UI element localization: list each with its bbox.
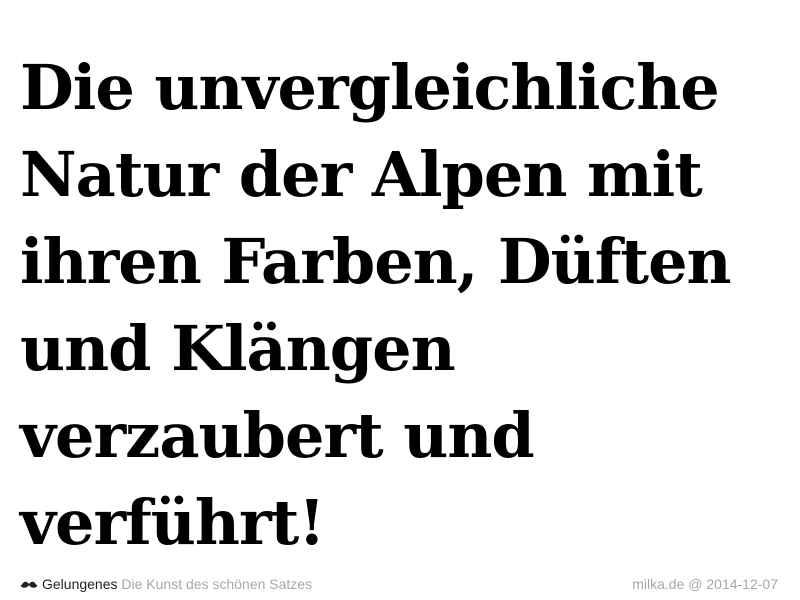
tagline: Die Kunst des schönen Satzes (121, 576, 313, 592)
quote-line: Natur der Alpen mit (20, 138, 703, 211)
footer-branding: Gelungenes Die Kunst des schönen Satzes (20, 575, 312, 593)
footer: Gelungenes Die Kunst des schönen Satzes … (20, 575, 778, 593)
quote-text: Die unvergleichliche Natur der Alpen mit… (20, 44, 790, 566)
source-credit: milka.de @ 2014-12-07 (632, 575, 778, 593)
quote-line: und Klängen (20, 312, 456, 385)
page: Die unvergleichliche Natur der Alpen mit… (0, 0, 800, 600)
quote-line: ihren Farben, Düften (20, 225, 732, 298)
quote-line: Die unvergleichliche (20, 51, 720, 124)
at-separator: @ (688, 576, 703, 592)
quote-line: verzaubert und (20, 399, 535, 472)
mustache-icon (20, 576, 38, 588)
post-date: 2014-12-07 (706, 576, 778, 592)
brand-link[interactable]: Gelungenes (42, 576, 118, 592)
quote-line: verführt! (20, 486, 325, 559)
source-link[interactable]: milka.de (632, 576, 684, 592)
